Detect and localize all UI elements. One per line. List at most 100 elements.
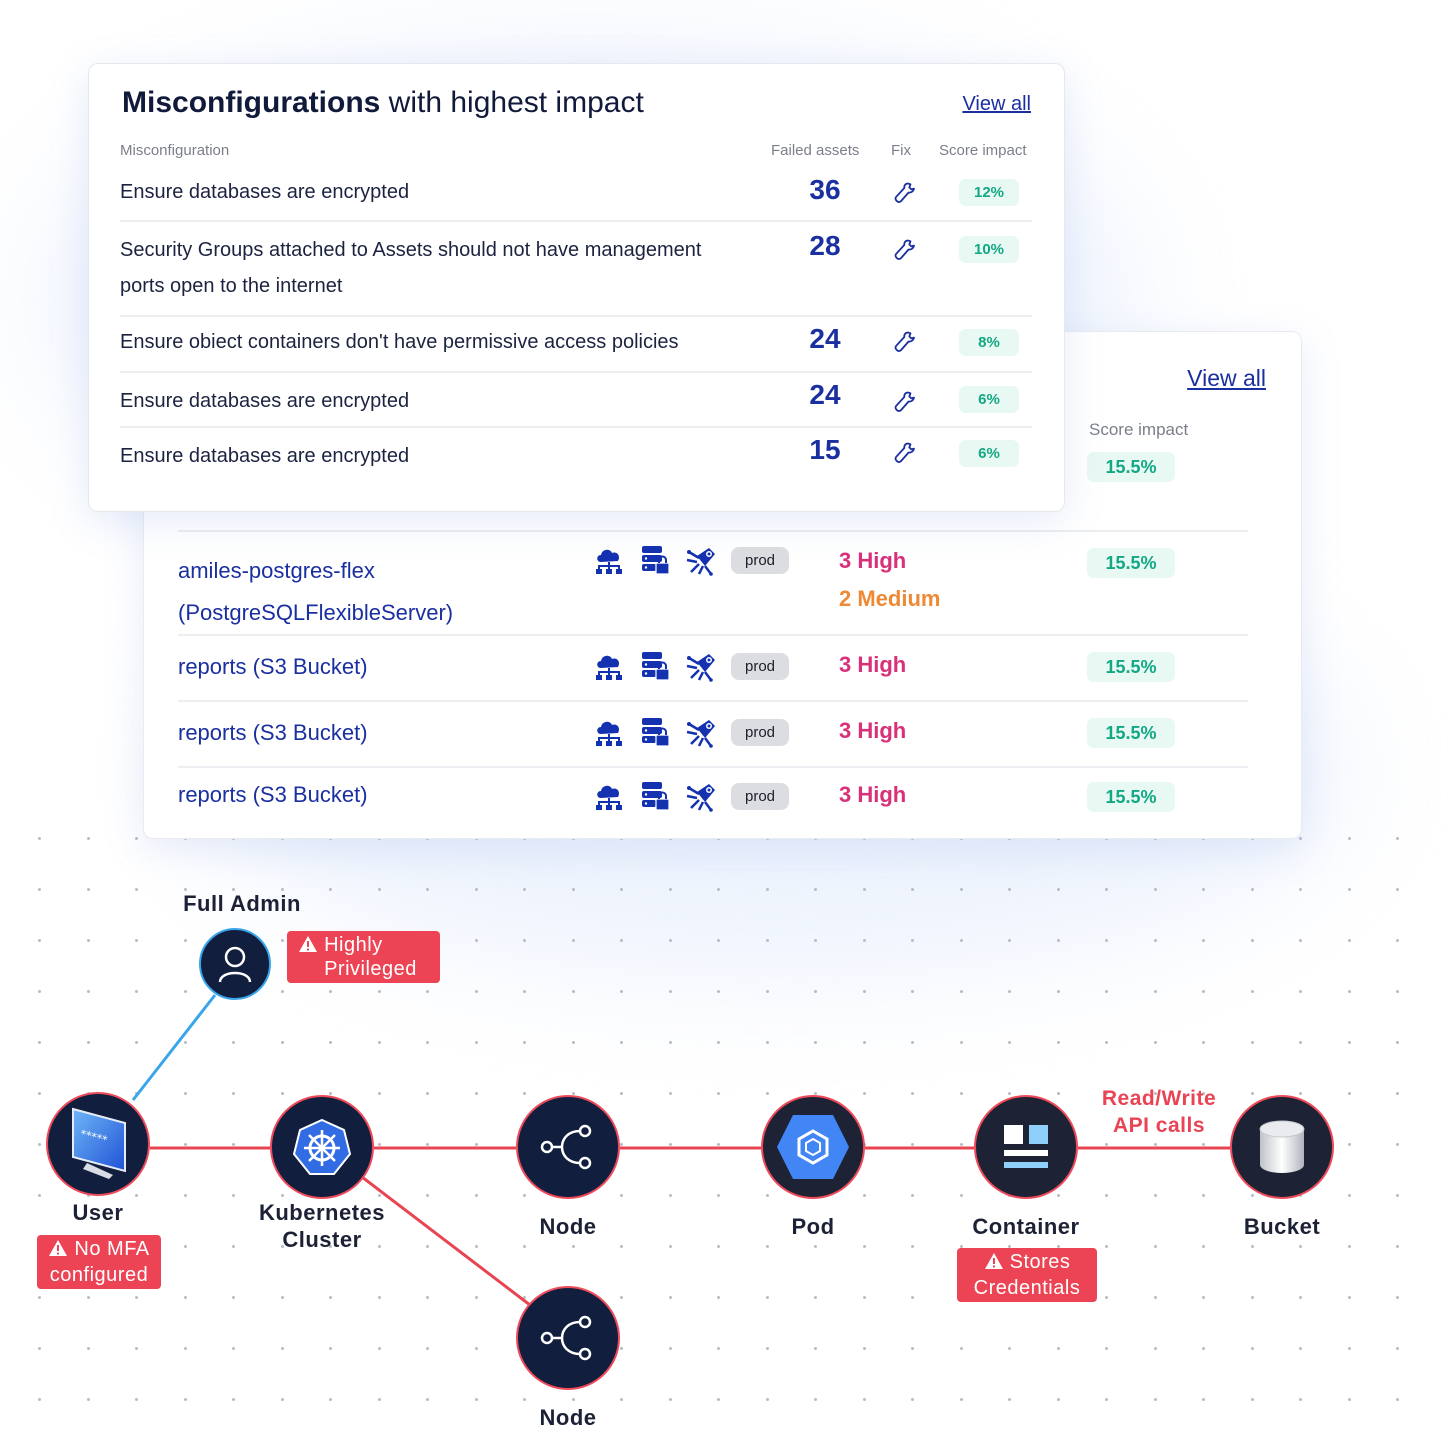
misconfig-name[interactable]: Ensure obiect containers don't have perm… xyxy=(120,324,820,360)
node-node-2[interactable] xyxy=(516,1286,620,1390)
assets-view-all-link[interactable]: View all xyxy=(1187,365,1266,392)
asset-name[interactable]: reports (S3 Bucket) xyxy=(178,712,368,754)
grid-dot xyxy=(1153,939,1157,942)
misconfig-row[interactable]: Ensure databases are encrypted 15 6% xyxy=(120,426,1032,481)
score-impact-cell: 15.5% xyxy=(1087,782,1175,812)
grid-dot xyxy=(329,1041,332,1044)
failed-assets-count: 36 xyxy=(809,174,841,205)
grid-dot xyxy=(280,1398,284,1401)
misconfig-row[interactable]: Ensure databases are encrypted 24 6% xyxy=(120,371,1032,426)
grid-dot xyxy=(1250,1194,1254,1197)
grid-dot xyxy=(38,1143,41,1146)
grid-dot xyxy=(1347,837,1351,840)
failed-assets-count: 24 xyxy=(809,323,841,354)
column-header-misconfiguration[interactable]: Misconfiguration xyxy=(120,142,229,159)
grid-dot xyxy=(620,990,623,993)
node-pod[interactable] xyxy=(761,1095,865,1199)
kubernetes-icon xyxy=(292,1118,352,1175)
wrench-icon[interactable] xyxy=(893,390,917,414)
grid-dot xyxy=(86,1296,90,1299)
grid-dot xyxy=(620,1245,623,1248)
misconfig-row[interactable]: Security Groups attached to Assets shoul… xyxy=(120,220,1032,315)
grid-dot xyxy=(765,1041,769,1044)
grid-dot xyxy=(717,1245,720,1248)
node-label-admin: Full Admin xyxy=(183,891,301,916)
grid-dot xyxy=(765,1194,769,1197)
server-lock-icon xyxy=(639,780,671,812)
asset-row[interactable]: reports (S3 Bucket) prod 3 High 15.5% xyxy=(178,766,1248,832)
grid-dot xyxy=(474,1296,478,1299)
grid-dot xyxy=(668,1092,672,1095)
grid-dot xyxy=(1008,1041,1011,1044)
misconfig-name[interactable]: Ensure databases are encrypted xyxy=(120,174,740,210)
node-user[interactable]: ***** xyxy=(46,1092,150,1196)
grid-dot xyxy=(1202,1245,1205,1248)
grid-dot xyxy=(280,1194,284,1197)
cloud-network-icon xyxy=(593,544,625,576)
wrench-icon[interactable] xyxy=(893,330,917,354)
grid-dot xyxy=(38,888,41,891)
password-monitor-icon: ***** xyxy=(72,1107,126,1179)
misconfig-name[interactable]: Ensure databases are encrypted xyxy=(120,383,740,419)
failed-assets-count: 24 xyxy=(809,379,841,410)
grid-dot xyxy=(620,1347,623,1350)
node-label-bucket: Bucket xyxy=(1243,1214,1321,1239)
grid-dot xyxy=(765,1092,769,1095)
grid-dot xyxy=(426,990,429,993)
grid-dot xyxy=(377,1041,381,1044)
asset-name[interactable]: reports (S3 Bucket) xyxy=(178,646,368,688)
grid-dot xyxy=(862,1296,866,1299)
grid-dot xyxy=(1299,1296,1302,1299)
column-header-score-impact[interactable]: Score impact xyxy=(939,142,1027,159)
grid-dot xyxy=(717,1296,720,1299)
severity-high: 3 High xyxy=(839,548,907,573)
grid-dot xyxy=(1105,1398,1108,1401)
misconfig-name[interactable]: Security Groups attached to Assets shoul… xyxy=(120,232,740,304)
grid-dot xyxy=(1396,1092,1399,1095)
grid-dot xyxy=(329,990,332,993)
grid-dot xyxy=(426,1245,429,1248)
severity-high: 3 High xyxy=(839,652,907,677)
wrench-icon[interactable] xyxy=(893,441,917,465)
grid-dot xyxy=(1056,1194,1060,1197)
node-label-pod: Pod xyxy=(791,1214,835,1239)
asset-row[interactable]: reports (S3 Bucket) prod 3 High 15.5% xyxy=(178,700,1248,766)
alert-text: Highly Privileged xyxy=(324,934,417,980)
grid-dot xyxy=(717,1041,720,1044)
failed-assets-count: 28 xyxy=(809,230,841,261)
grid-dot xyxy=(474,1092,478,1095)
grid-dot xyxy=(620,1041,623,1044)
environment-tag: prod xyxy=(731,652,790,680)
wrench-icon[interactable] xyxy=(893,181,917,205)
node-full-admin[interactable] xyxy=(199,928,271,1000)
asset-row[interactable]: amiles-postgres-flex (PostgreSQLFlexible… xyxy=(178,530,1248,634)
column-header-fix[interactable]: Fix xyxy=(891,142,911,159)
asset-row[interactable]: reports (S3 Bucket) prod 3 High 15.5% xyxy=(178,634,1248,700)
grid-dot xyxy=(959,1398,963,1401)
grid-dot xyxy=(1056,1092,1060,1095)
grid-dot xyxy=(523,1245,526,1248)
grid-dot xyxy=(814,1347,817,1350)
misconfig-name[interactable]: Ensure databases are encrypted xyxy=(120,438,740,474)
misconfig-row[interactable]: Ensure databases are encrypted 36 12% xyxy=(120,170,1032,220)
grid-dot xyxy=(1153,990,1157,993)
score-impact-pill: 15.5% xyxy=(1087,652,1175,682)
grid-dot xyxy=(1250,1296,1254,1299)
misconfig-row[interactable]: Ensure obiect containers don't have perm… xyxy=(120,315,1032,371)
node-node-1[interactable] xyxy=(516,1095,620,1199)
node-kubernetes-cluster[interactable] xyxy=(270,1095,374,1199)
grid-dot xyxy=(135,1296,138,1299)
grid-dot xyxy=(765,1245,769,1248)
wrench-icon[interactable] xyxy=(893,238,917,262)
grid-dot xyxy=(232,1245,235,1248)
grid-dot xyxy=(232,1296,235,1299)
asset-name[interactable]: amiles-postgres-flex (PostgreSQLFlexible… xyxy=(178,550,518,634)
node-bucket[interactable] xyxy=(1230,1095,1334,1199)
server-lock-icon xyxy=(639,650,671,682)
misconfig-view-all-link[interactable]: View all xyxy=(962,93,1031,116)
column-header-failed-assets[interactable]: Failed assets xyxy=(771,142,859,159)
node-container[interactable] xyxy=(974,1095,1078,1199)
asset-icons: prod xyxy=(593,544,790,576)
asset-name[interactable]: reports (S3 Bucket) xyxy=(178,774,368,816)
grid-dot xyxy=(183,1092,187,1095)
